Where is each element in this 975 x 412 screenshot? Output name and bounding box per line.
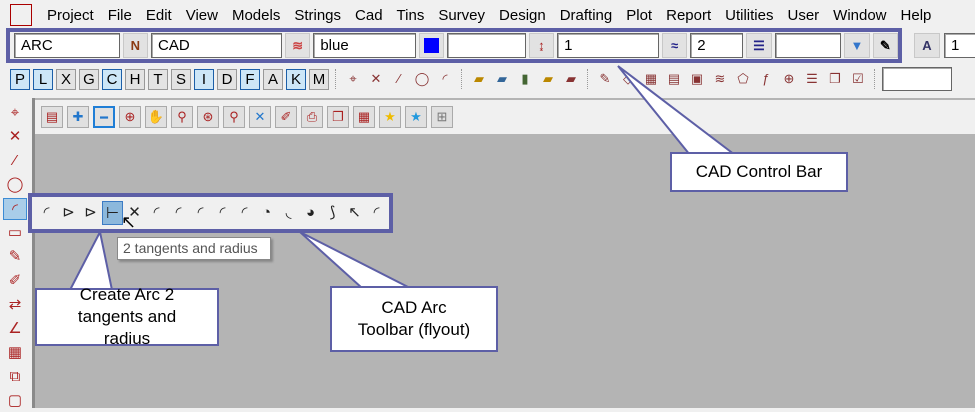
callout-text: CAD Arc Toolbar (flyout) [357, 298, 471, 339]
callout-create-arc: Create Arc 2 tangents and radius [35, 285, 219, 348]
callout-text: CAD Control Bar [695, 162, 823, 181]
callout-cad-arc-toolbar: CAD Arc Toolbar (flyout) [330, 286, 498, 352]
callout-cad-control-bar: CAD Control Bar [670, 152, 848, 192]
arc-button-pointer [68, 229, 114, 291]
arc-toolbar-pointer [299, 231, 411, 289]
control-bar-pointer [617, 65, 738, 156]
callout-text: Create Arc 2 tangents and radius [77, 285, 177, 348]
